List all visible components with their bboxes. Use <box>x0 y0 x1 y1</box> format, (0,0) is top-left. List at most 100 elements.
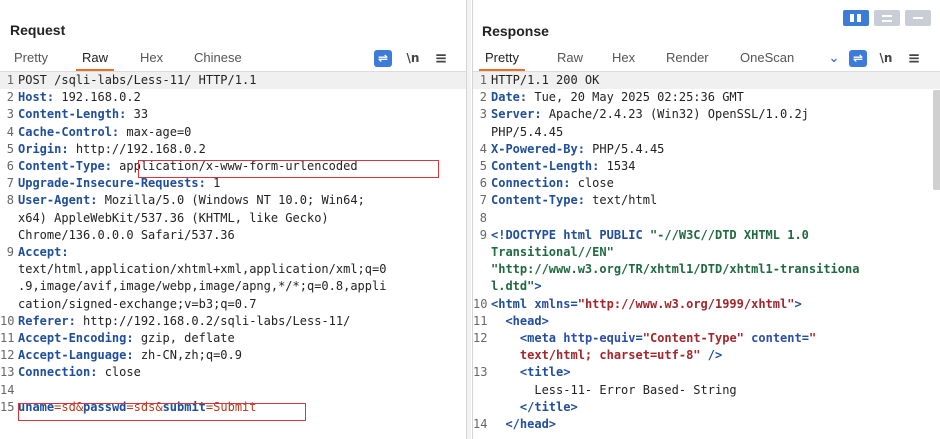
line-number: 15 <box>0 399 15 414</box>
html-token: l.dtd" <box>491 279 535 294</box>
header-value: text/html <box>592 193 658 208</box>
header-name: Content-Type <box>18 159 105 173</box>
request-title: Request <box>10 22 66 38</box>
request-editor[interactable]: 1 POST /sqli-labs/Less-11/ HTTP/1.1 2 Host:… <box>0 72 466 439</box>
code-line: 10 <html xmlns="http://www.w3.org/1999/xh… <box>473 296 940 313</box>
header-colon: : <box>111 124 127 139</box>
code-line: 3 Server: Apache/2.4.23 (Win32) OpenSSL/1… <box>473 106 940 123</box>
code-line: 14 </head> <box>473 416 940 433</box>
html-token: </title> <box>519 399 578 414</box>
tab-raw[interactable]: Raw <box>557 50 583 65</box>
newline-toggle-icon[interactable]: \n <box>404 50 422 67</box>
html-token: <meta <box>519 331 564 345</box>
code-text: PHP/5.4.45 <box>491 124 563 141</box>
code-line: 2 Host: 192.168.0.2 <box>0 89 466 106</box>
tab-raw[interactable]: Raw <box>75 50 115 71</box>
code-text: Host: 192.168.0.2 <box>18 89 141 106</box>
code-line: 10 Referer: http://192.168.0.2/sqli-labs/… <box>0 313 466 330</box>
code-text: <meta http-equiv="Content-Type" content=… <box>491 330 816 347</box>
code-text: Server: Apache/2.4.23 (Win32) OpenSSL/1.… <box>491 106 809 123</box>
newline-toggle-icon[interactable]: \n <box>877 50 895 67</box>
code-line: 5 Origin: http://192.168.0.2 <box>0 141 466 158</box>
html-token: = <box>635 331 643 345</box>
line-text: HTTP/1.1 200 OK <box>491 73 600 87</box>
code-line: 12 Accept-Language: zh-CN,zh;q=0.9 <box>0 347 466 364</box>
code-line: 6 Connection: close <box>473 175 940 192</box>
wrap-lines-icon[interactable]: ⇌ <box>374 50 392 67</box>
tab-hex[interactable]: Hex <box>612 50 635 65</box>
html-token: > <box>534 279 542 294</box>
chevron-down-icon[interactable]: ⌄ <box>825 50 843 67</box>
code-line: Transitional//EN" <box>473 244 940 261</box>
code-line: .9,image/avif,image/webp,image/apng,*/*;… <box>0 278 466 295</box>
line-number: 9 <box>6 245 14 259</box>
code-text: POST /sqli-labs/Less-11/ HTTP/1.1 <box>18 72 256 89</box>
line-number: 12 <box>473 331 488 345</box>
tab-onescan[interactable]: OneScan <box>740 50 794 65</box>
code-line: 14 <box>0 382 466 399</box>
stacked-view-icon[interactable] <box>874 10 900 26</box>
header-colon: : <box>126 331 141 345</box>
code-line: 8 User-Agent: Mozilla/5.0 (Windows NT 10.… <box>0 192 466 209</box>
line-number: 3 <box>6 107 14 122</box>
header-value: Mozilla/5.0 (Windows NT 10.0; Win64; <box>104 193 365 208</box>
line-number: 12 <box>0 348 15 363</box>
code-text: Content-Length: 1534 <box>491 158 636 175</box>
code-text: </title> <box>491 399 578 416</box>
header-name: Upgrade-Insecure-Requests <box>18 176 199 191</box>
header-name: User-Agent <box>18 193 91 208</box>
code-line: text/html,application/xhtml+xml,applicat… <box>0 261 466 278</box>
header-value: PHP/5.4.45 <box>592 141 665 156</box>
header-name: Origin <box>18 141 62 156</box>
wrap-lines-icon[interactable]: ⇌ <box>849 50 867 67</box>
menu-icon[interactable]: ≡ <box>905 50 923 67</box>
code-line: Chrome/136.0.0.0 Safari/537.36 <box>0 227 466 244</box>
line-text: text/html,application/xhtml+xml,applicat… <box>18 262 387 277</box>
code-line: 13 <title> <box>473 364 940 381</box>
header-name: Accept-Encoding <box>18 331 127 345</box>
code-line: 2 Date: Tue, 20 May 2025 02:25:36 GMT <box>473 89 940 106</box>
code-line: 11 <head> <box>473 313 940 330</box>
tab-render[interactable]: Render <box>666 50 709 65</box>
header-name: Content-Length <box>18 107 120 122</box>
header-colon: : <box>563 176 578 191</box>
code-line: 9 <!DOCTYPE html PUBLIC "-//W3C//DTD XHTM… <box>473 227 940 244</box>
pane-divider[interactable] <box>467 0 471 439</box>
tab-chinese[interactable]: Chinese <box>194 50 242 65</box>
header-colon: : <box>119 107 134 122</box>
single-view-icon[interactable] <box>905 10 931 26</box>
code-text: Cache-Control: max-age=0 <box>18 124 191 141</box>
tab-pretty[interactable]: Pretty <box>14 50 48 65</box>
html-token: <html <box>491 296 535 311</box>
scrollbar[interactable] <box>933 90 940 190</box>
header-name: Server <box>491 107 535 122</box>
code-text: Connection: close <box>18 364 141 381</box>
header-value: gzip, deflate <box>140 331 235 345</box>
header-colon: : <box>61 245 76 259</box>
menu-icon[interactable]: ≡ <box>432 50 450 67</box>
line-text: POST /sqli-labs/Less-11/ HTTP/1.1 <box>18 73 257 87</box>
header-colon: : <box>577 141 593 156</box>
header-name: Accept-Language <box>18 348 127 363</box>
line-number: 1 <box>6 73 14 87</box>
code-text: </head> <box>491 416 556 433</box>
code-text: cation/signed-exchange;v=b3;q=0.7 <box>18 296 256 313</box>
html-token: "-//W3C//DTD XHTML 1.0 <box>649 227 809 242</box>
tab-hex[interactable]: Hex <box>140 50 163 65</box>
header-value: 1 <box>213 176 221 191</box>
html-token: Transitional//EN" <box>491 245 614 259</box>
side-by-side-view-icon[interactable] <box>843 10 869 26</box>
tab-pretty[interactable]: Pretty <box>479 50 525 71</box>
header-colon: : <box>577 193 593 208</box>
html-token: </head> <box>505 417 557 431</box>
response-editor[interactable]: 1 HTTP/1.1 200 OK 2 Date: Tue, 20 May 2025 … <box>473 72 940 439</box>
code-line: "http://www.w3.org/TR/xhtml1/DTD/xhtml1-… <box>473 261 940 278</box>
line-number: 14 <box>473 417 488 431</box>
code-line: 12 <meta http-equiv="Content-Type" conte… <box>473 330 940 347</box>
html-token: Less-11- Error Based- String <box>534 382 737 397</box>
html-token: text/html; charset=utf-8" <box>519 348 701 363</box>
code-text: Content-Length: 33 <box>18 106 148 123</box>
code-line: l.dtd"> <box>473 278 940 295</box>
html-token: <head> <box>505 313 549 328</box>
html-token: http-equiv <box>563 331 636 345</box>
